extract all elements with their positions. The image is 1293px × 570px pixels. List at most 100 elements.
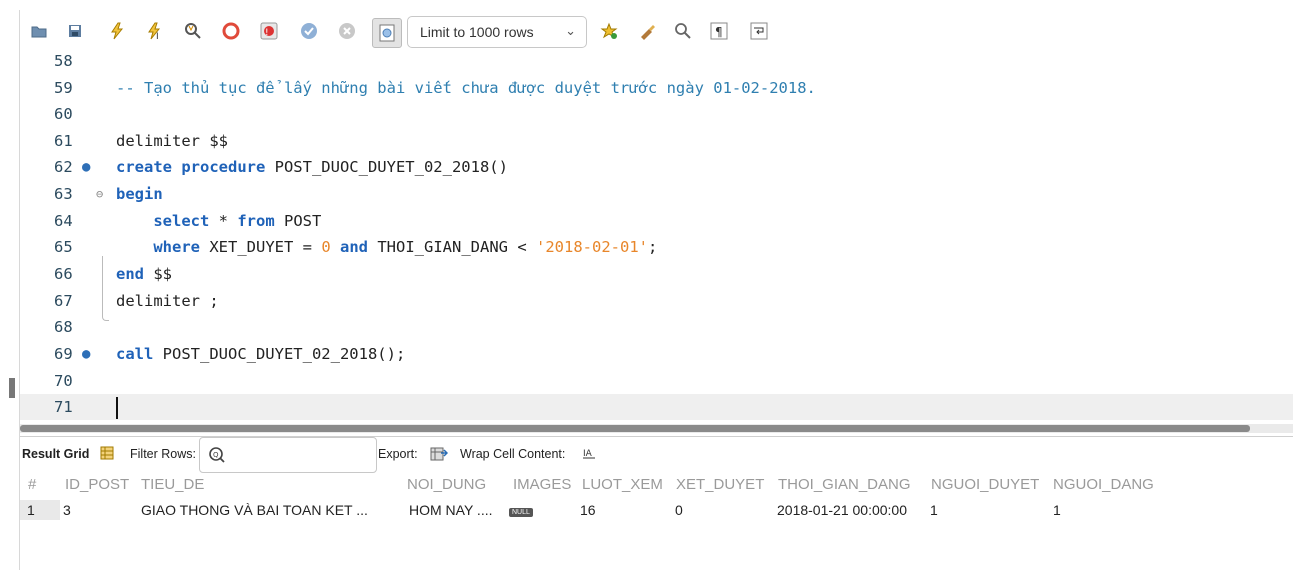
export-label: Export: xyxy=(378,447,418,461)
code-text: THOI_GIAN_DANG < xyxy=(368,238,536,256)
editor-line: 68 xyxy=(20,314,1293,340)
svg-text:!: ! xyxy=(265,28,269,38)
autocommit-toggle-icon[interactable] xyxy=(372,18,402,48)
fold-guide xyxy=(102,256,103,314)
editor-line: 62 ● create procedure POST_DUOC_DUYET_02… xyxy=(20,154,1293,180)
column-header[interactable]: ID_POST xyxy=(65,476,129,498)
column-header[interactable]: # xyxy=(28,476,36,498)
editor-line: 65 where XET_DUYET = 0 and THOI_GIAN_DAN… xyxy=(20,234,1293,260)
editor-line: 63 ⊖ begin xyxy=(20,181,1293,207)
editor-line-current: 71 xyxy=(20,394,1293,420)
line-number: 67 xyxy=(54,292,73,310)
wrap-cell-icon[interactable]: IA xyxy=(582,446,596,463)
editor-line: 67 delimiter ; xyxy=(20,288,1293,314)
column-header[interactable]: NGUOI_DANG xyxy=(1053,476,1154,498)
code-text: POST_DUOC_DUYET_02_2018() xyxy=(265,158,508,176)
code-text: * xyxy=(209,212,238,230)
line-number: 70 xyxy=(54,372,73,390)
cell-nguoi-duyet[interactable]: 1 xyxy=(930,502,938,518)
code-text: POST xyxy=(274,212,322,230)
cell-images[interactable]: NULL xyxy=(509,503,533,519)
save-icon[interactable] xyxy=(66,22,84,40)
code-statement: end $$ xyxy=(116,261,172,287)
execute-icon[interactable] xyxy=(108,22,126,40)
code-statement: call POST_DUOC_DUYET_02_2018(); xyxy=(116,341,405,367)
code-number: 0 xyxy=(321,238,331,256)
beautify-icon[interactable] xyxy=(638,22,656,40)
cell-luot-xem[interactable]: 16 xyxy=(580,502,596,518)
code-text: delimiter ; xyxy=(116,292,219,310)
cell-thoi-gian-dang[interactable]: 2018-01-21 00:00:00 xyxy=(777,502,907,518)
fold-guide-end xyxy=(102,314,109,321)
grid-icon[interactable] xyxy=(100,446,114,463)
code-text: POST_DUOC_DUYET_02_2018(); xyxy=(153,345,406,363)
word-wrap-icon[interactable] xyxy=(750,22,768,40)
sql-editor[interactable]: 58 59 -- Tạo thủ tục để lấy những bài vi… xyxy=(20,48,1293,428)
code-statement: create procedure POST_DUOC_DUYET_02_2018… xyxy=(116,154,508,180)
limit-rows-label: Limit to 1000 rows xyxy=(420,24,534,40)
cell-xet-duyet[interactable]: 0 xyxy=(675,502,683,518)
sql-editor-toolbar: I ! Limit to 1000 rows ⌄ ¶ xyxy=(20,12,1293,52)
column-header[interactable]: TIEU_DE xyxy=(141,476,204,498)
code-string: '2018-02-01' xyxy=(536,238,648,256)
code-keyword: and xyxy=(340,238,369,256)
text-caret xyxy=(116,394,118,420)
editor-line: 69 ● call POST_DUOC_DUYET_02_2018(); xyxy=(20,341,1293,367)
code-comment: -- Tạo thủ tục để lấy những bài viết chư… xyxy=(116,79,816,97)
column-header[interactable]: NOI_DUNG xyxy=(407,476,486,498)
code-text: $$ xyxy=(144,265,172,283)
column-header[interactable]: IMAGES xyxy=(513,476,571,498)
left-scroll-marker[interactable] xyxy=(9,378,15,398)
rollback-icon[interactable] xyxy=(338,22,356,40)
editor-line: 66 end $$ xyxy=(20,261,1293,287)
row-number: 1 xyxy=(27,502,35,518)
row-number-cell xyxy=(20,500,60,520)
export-icon[interactable] xyxy=(430,445,449,466)
chevron-down-icon: ⌄ xyxy=(565,23,576,38)
add-snippet-icon[interactable] xyxy=(600,22,618,40)
explain-icon[interactable] xyxy=(184,22,202,40)
line-number: 66 xyxy=(54,265,73,283)
cell-noi-dung[interactable]: HOM NAY .... xyxy=(409,502,493,518)
editor-hscroll-thumb[interactable] xyxy=(20,425,1250,432)
code-keyword: create procedure xyxy=(116,158,266,176)
editor-line: 60 xyxy=(20,101,1293,127)
cell-id-post[interactable]: 3 xyxy=(63,502,71,518)
stop-icon[interactable] xyxy=(222,22,240,40)
code-keyword: from xyxy=(237,212,275,230)
line-number: 71 xyxy=(54,398,73,416)
code-statement: select * from POST xyxy=(116,208,321,234)
code-keyword: end xyxy=(116,265,144,283)
code-statement: where XET_DUYET = 0 and THOI_GIAN_DANG <… xyxy=(116,234,657,260)
editor-line: 61 delimiter $$ xyxy=(20,128,1293,154)
column-header[interactable]: NGUOI_DUYET xyxy=(931,476,1039,498)
code-statement: begin xyxy=(116,181,163,207)
execute-current-icon[interactable]: I xyxy=(146,22,164,40)
result-grid-tab[interactable]: Result Grid xyxy=(22,447,89,461)
limit-rows-select[interactable]: Limit to 1000 rows ⌄ xyxy=(407,16,587,48)
column-header[interactable]: LUOT_XEM xyxy=(582,476,663,498)
column-header[interactable]: XET_DUYET xyxy=(676,476,764,498)
cell-nguoi-dang[interactable]: 1 xyxy=(1053,502,1061,518)
code-keyword: begin xyxy=(116,185,163,203)
svg-text:I: I xyxy=(156,32,159,40)
line-number: 58 xyxy=(54,52,73,70)
fold-toggle-icon[interactable]: ⊖ xyxy=(96,181,103,207)
svg-text:¶: ¶ xyxy=(715,25,723,39)
code-text: delimiter $$ xyxy=(116,132,228,150)
line-number: 60 xyxy=(54,105,73,123)
editor-line: 70 xyxy=(20,368,1293,394)
table-row[interactable]: 1 3 GIAO THONG VÀ BAI TOAN KET ... HOM N… xyxy=(20,500,1293,520)
toggle-continue-icon[interactable]: ! xyxy=(260,22,278,40)
column-header[interactable]: THOI_GIAN_DANG xyxy=(778,476,911,498)
commit-icon[interactable] xyxy=(300,22,318,40)
cell-tieu-de[interactable]: GIAO THONG VÀ BAI TOAN KET ... xyxy=(141,502,368,518)
invisible-chars-icon[interactable]: ¶ xyxy=(710,22,728,40)
null-badge: NULL xyxy=(509,507,533,517)
statement-marker-icon: ● xyxy=(82,346,91,362)
code-text: ; xyxy=(647,238,658,256)
find-icon[interactable] xyxy=(674,22,692,40)
line-number: 63 xyxy=(54,185,73,203)
open-file-icon[interactable] xyxy=(30,22,48,40)
